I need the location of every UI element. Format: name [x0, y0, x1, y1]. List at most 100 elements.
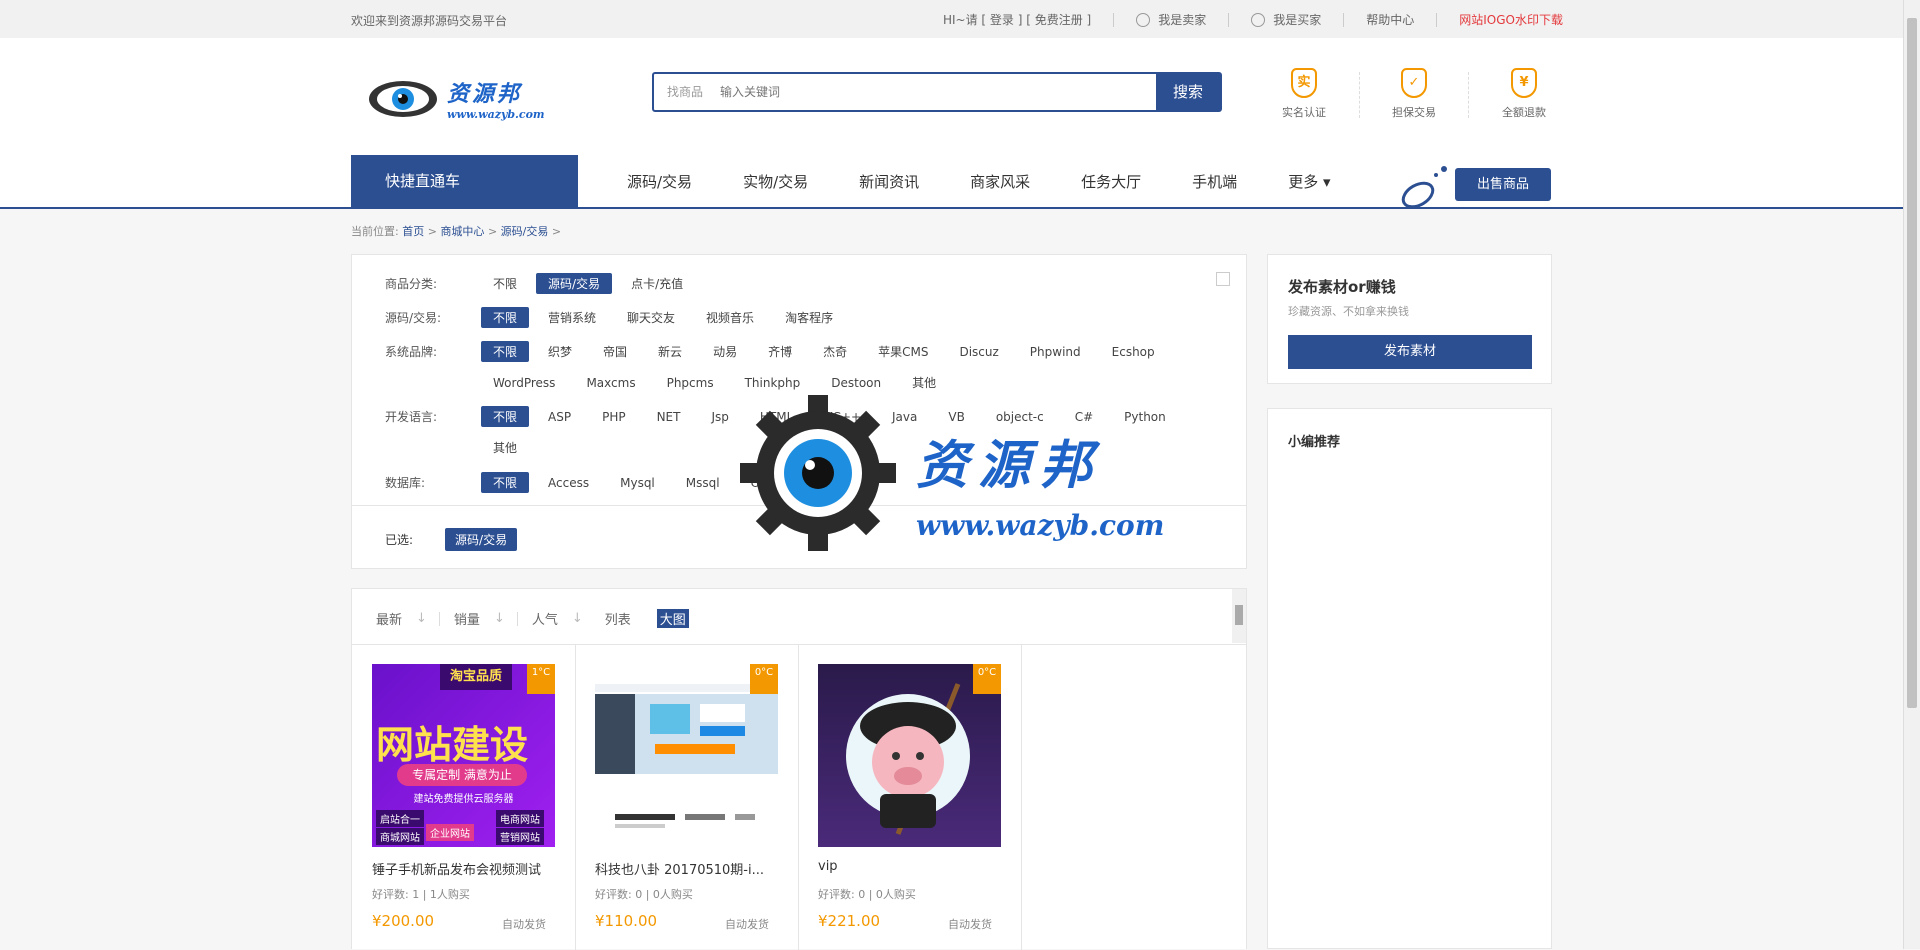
page-scrollbar[interactable] — [1903, 0, 1920, 949]
filter-option[interactable]: C# — [1063, 408, 1105, 426]
search-button[interactable]: 搜索 — [1156, 74, 1220, 110]
product-image[interactable]: 淘宝品质 网站建设 专属定制 满意为止 建站免费提供云服务器 启站合一 企业网站… — [372, 664, 555, 847]
sort-sales[interactable]: 销量 — [454, 609, 480, 628]
top-links: HI~请 [ 登录 ] [ 免费注册 ] 我是卖家 我是买家 帮助中心 网站IO… — [943, 11, 1563, 28]
mini-scrollbar[interactable] — [1232, 589, 1246, 643]
product-card[interactable]: 0°C 科技也八卦 20170510期-i... 好评数: 0 | 0人购买 ¥… — [575, 645, 799, 950]
product-title[interactable]: vip — [818, 859, 1004, 874]
product-image[interactable]: 0°C — [818, 664, 1001, 847]
filter-option[interactable]: Maxcms — [574, 374, 647, 392]
site-logo[interactable]: 资源邦 www.wazyb.com — [365, 76, 545, 121]
filter-option[interactable]: 织梦 — [536, 341, 584, 362]
filter-collapse-checkbox[interactable] — [1216, 272, 1230, 286]
auto-delivery-label: 自动发货 — [948, 918, 992, 931]
sort-bar: 最新 ↓ 销量 ↓ 人气 ↓ 列表 大图 — [351, 588, 1247, 644]
seller-link[interactable]: 我是卖家 — [1158, 11, 1206, 28]
filter-option[interactable]: HTML — [748, 408, 805, 426]
filter-option[interactable]: Mssql — [674, 474, 732, 492]
publish-panel: 发布素材or赚钱 珍藏资源、不如拿来换钱 发布素材 — [1267, 254, 1552, 384]
filter-option[interactable]: 其他 — [809, 472, 857, 493]
filter-option[interactable]: Mysql — [608, 474, 667, 492]
scrollbar-thumb[interactable] — [1235, 605, 1243, 625]
filter-option[interactable]: Thinkphp — [733, 374, 813, 392]
filter-option[interactable]: 淘客程序 — [773, 307, 845, 328]
product-card[interactable]: 0°C vip 好评数: 0 | 0人购买 ¥221.00 自动发货 — [798, 645, 1022, 950]
seller-icon — [1136, 12, 1151, 27]
filter-option[interactable]: 苹果CMS — [866, 341, 940, 362]
breadcrumb-mall[interactable]: 商城中心 — [440, 225, 484, 238]
filter-row-database: 数据库: 不限 Access Mysql Mssql Oracle 其他 — [385, 472, 864, 493]
filter-option-active[interactable]: 不限 — [481, 406, 530, 427]
nav-more[interactable]: 更多 ▾ — [1288, 171, 1330, 192]
filter-option-active[interactable]: 源码/交易 — [536, 273, 613, 294]
filter-option[interactable]: 杰奇 — [811, 341, 859, 362]
filter-option[interactable]: 其他 — [481, 437, 529, 458]
breadcrumb-current[interactable]: 源码/交易 — [501, 225, 549, 238]
filter-option[interactable]: Discuz — [947, 343, 1010, 361]
search-input[interactable] — [716, 74, 1156, 110]
image-badge: 企业网站 — [426, 824, 474, 841]
filter-option[interactable]: PHP — [590, 408, 638, 426]
refund-shield-icon: ¥ — [1511, 68, 1537, 98]
filter-option[interactable]: 聊天交友 — [615, 307, 687, 328]
breadcrumb-home[interactable]: 首页 — [402, 225, 424, 238]
view-list[interactable]: 列表 — [605, 609, 631, 628]
product-title[interactable]: 科技也八卦 20170510期-i... — [595, 859, 781, 878]
filter-option[interactable]: 营销系统 — [536, 307, 608, 328]
filter-row-category: 商品分类: 不限 源码/交易 点卡/充值 — [385, 273, 702, 294]
filter-option[interactable]: Oracle — [739, 474, 802, 492]
filter-option[interactable]: 动易 — [701, 341, 749, 362]
filter-option[interactable]: VB — [936, 408, 976, 426]
product-card[interactable]: 淘宝品质 网站建设 专属定制 满意为止 建站免费提供云服务器 启站合一 企业网站… — [352, 645, 576, 950]
buyer-link[interactable]: 我是买家 — [1273, 11, 1321, 28]
filter-option[interactable]: 其他 — [900, 372, 948, 393]
filter-option[interactable]: Java — [880, 408, 929, 426]
filter-option[interactable]: ASP — [536, 408, 583, 426]
nav-task-hall[interactable]: 任务大厅 — [1081, 171, 1141, 192]
product-image[interactable]: 0°C — [595, 664, 778, 847]
filter-panel: 商品分类: 不限 源码/交易 点卡/充值 源码/交易: 不限 营销系统 聊天交友… — [351, 254, 1247, 569]
filter-option[interactable]: 视频音乐 — [694, 307, 766, 328]
filter-option[interactable]: Jsp — [699, 408, 740, 426]
selected-filter-tag[interactable]: 源码/交易 — [445, 528, 518, 551]
filter-option[interactable]: Phpcms — [655, 374, 726, 392]
product-title[interactable]: 锤子手机新品发布会视频测试 — [372, 859, 558, 878]
filter-option[interactable]: 不限 — [481, 273, 529, 294]
filter-option[interactable]: 新云 — [646, 341, 694, 362]
filter-option[interactable]: Python — [1112, 408, 1178, 426]
filter-option[interactable]: VC++ — [812, 408, 873, 426]
filter-option[interactable]: object-c — [984, 408, 1056, 426]
filter-option[interactable]: WordPress — [481, 374, 567, 392]
quick-nav-button[interactable]: 快捷直通车 — [351, 155, 578, 207]
filter-label: 商品分类: — [385, 277, 438, 291]
image-badge: 商城网站 — [376, 828, 424, 845]
logo-watermark-download-link[interactable]: 网站IOGO水印下载 — [1459, 11, 1563, 28]
login-register-link[interactable]: HI~请 [ 登录 ] [ 免费注册 ] — [943, 11, 1091, 28]
filter-option[interactable]: Destoon — [819, 374, 893, 392]
scrollbar-thumb[interactable] — [1907, 18, 1917, 708]
filter-option[interactable]: Access — [536, 474, 601, 492]
sort-latest[interactable]: 最新 — [376, 609, 402, 628]
nav-news[interactable]: 新闻资讯 — [859, 171, 919, 192]
view-grid[interactable]: 大图 — [656, 609, 689, 628]
nav-merchants[interactable]: 商家风采 — [970, 171, 1030, 192]
filter-option-active[interactable]: 不限 — [481, 307, 530, 328]
publish-material-button[interactable]: 发布素材 — [1288, 335, 1532, 369]
nav-physical-trade[interactable]: 实物/交易 — [743, 171, 808, 192]
nav-source-trade[interactable]: 源码/交易 — [627, 171, 692, 192]
sell-product-button[interactable]: 出售商品 — [1455, 168, 1551, 201]
filter-option-active[interactable]: 不限 — [481, 341, 530, 362]
sort-popularity[interactable]: 人气 — [532, 609, 558, 628]
help-center-link[interactable]: 帮助中心 — [1366, 11, 1414, 28]
trust-guarantee: ✓ 担保交易 — [1384, 68, 1444, 120]
filter-option[interactable]: NET — [645, 408, 693, 426]
filter-option[interactable]: 帝国 — [591, 341, 639, 362]
search-type-label[interactable]: 找商品 — [654, 74, 716, 110]
filter-option[interactable]: Phpwind — [1018, 343, 1093, 361]
filter-option[interactable]: 齐博 — [756, 341, 804, 362]
filter-option[interactable]: Ecshop — [1100, 343, 1167, 361]
nav-mobile[interactable]: 手机端 — [1192, 171, 1237, 192]
filter-option[interactable]: 点卡/充值 — [619, 273, 695, 294]
filter-option-active[interactable]: 不限 — [481, 472, 530, 493]
image-subtitle: 专属定制 满意为止 — [397, 764, 527, 786]
